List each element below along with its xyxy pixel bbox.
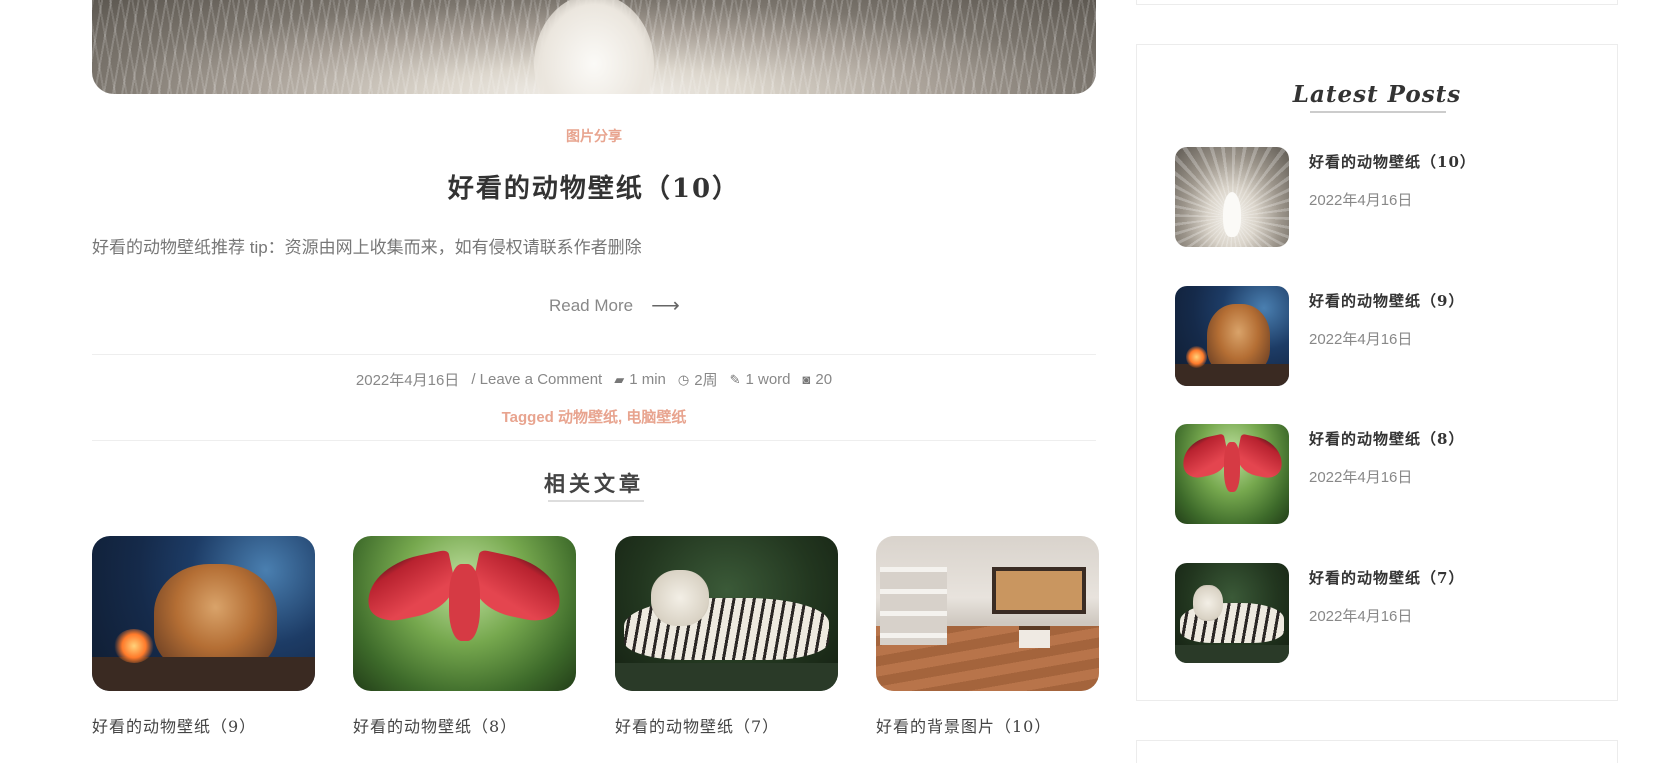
related-post-card[interactable]: 好看的动物壁纸（7） xyxy=(615,536,838,737)
widget-title-underline xyxy=(1310,111,1446,113)
latest-post-title[interactable]: 好看的动物壁纸（10） xyxy=(1309,151,1476,172)
leave-comment-link[interactable]: / Leave a Comment xyxy=(471,371,602,388)
divider xyxy=(92,354,1096,355)
read-time: ▰ 1 min xyxy=(614,371,666,388)
related-post-title[interactable]: 好看的动物壁纸（7） xyxy=(615,713,838,737)
camera-icon: ◙ xyxy=(802,372,811,387)
latest-post-title[interactable]: 好看的动物壁纸（9） xyxy=(1309,290,1464,311)
clock-icon: ◷ xyxy=(677,371,690,387)
sidebar-widget-next xyxy=(1136,740,1618,763)
widget-title: Latest Posts xyxy=(1292,81,1462,108)
post-age: ◷ 2周 xyxy=(678,369,718,390)
photo-count-value: 20 xyxy=(815,371,833,388)
related-post-title[interactable]: 好看的动物壁纸（9） xyxy=(92,713,315,737)
related-post-card[interactable]: 好看的动物壁纸（8） xyxy=(353,536,576,737)
heading-underline xyxy=(548,500,644,502)
latest-post-thumbnail[interactable] xyxy=(1175,147,1289,247)
related-post-thumbnail[interactable] xyxy=(876,536,1099,691)
latest-post-thumbnail[interactable] xyxy=(1175,286,1289,386)
latest-posts-widget: Latest Posts 好看的动物壁纸（10） 2022年4月16日 好看的动… xyxy=(1136,44,1618,701)
post-age-value: 2周 xyxy=(694,372,718,389)
divider xyxy=(92,440,1096,441)
related-post-thumbnail[interactable] xyxy=(615,536,838,691)
read-time-value: 1 min xyxy=(629,371,666,388)
edit-icon: ✎ xyxy=(729,371,741,387)
latest-post-thumbnail[interactable] xyxy=(1175,563,1289,663)
photo-count: ◙ 20 xyxy=(803,371,833,388)
latest-post-date: 2022年4月16日 xyxy=(1309,608,1413,625)
post-category[interactable]: 图片分享 xyxy=(92,126,1096,146)
latest-post-date: 2022年4月16日 xyxy=(1309,331,1413,348)
related-post-title[interactable]: 好看的动物壁纸（8） xyxy=(353,713,576,737)
post-excerpt: 好看的动物壁纸推荐 tip：资源由网上收集而来，如有侵权请联系作者删除 xyxy=(92,238,642,257)
latest-post-item[interactable]: 好看的动物壁纸（8） 2022年4月16日 xyxy=(1175,424,1595,524)
read-more-label: Read More xyxy=(549,295,634,315)
latest-post-date: 2022年4月16日 xyxy=(1309,469,1413,486)
book-icon: ▰ xyxy=(614,371,625,387)
latest-post-title[interactable]: 好看的动物壁纸（8） xyxy=(1309,428,1464,449)
latest-post-item[interactable]: 好看的动物壁纸（7） 2022年4月16日 xyxy=(1175,563,1595,663)
sidebar-widget-previous xyxy=(1136,0,1618,5)
word-count: ✎ 1 word xyxy=(730,371,791,388)
related-post-title[interactable]: 好看的背景图片（10） xyxy=(876,713,1099,737)
post-tags: Tagged 动物壁纸, 电脑壁纸 xyxy=(92,406,1096,427)
related-post-card[interactable]: 好看的动物壁纸（9） xyxy=(92,536,315,737)
related-post-card[interactable]: 好看的背景图片（10） xyxy=(876,536,1099,737)
related-post-thumbnail[interactable] xyxy=(353,536,576,691)
post-meta: 2022年4月16日 / Leave a Comment ▰ 1 min ◷ 2… xyxy=(92,369,1096,390)
related-post-thumbnail[interactable] xyxy=(92,536,315,691)
latest-post-date: 2022年4月16日 xyxy=(1309,192,1413,209)
tag-links[interactable]: 动物壁纸, 电脑壁纸 xyxy=(558,409,686,426)
related-posts-heading: 相关文章 xyxy=(544,471,644,496)
latest-post-title[interactable]: 好看的动物壁纸（7） xyxy=(1309,567,1464,588)
post-date[interactable]: 2022年4月16日 xyxy=(356,369,459,390)
post-title[interactable]: 好看的动物壁纸（10） xyxy=(92,168,1096,205)
latest-post-item[interactable]: 好看的动物壁纸（9） 2022年4月16日 xyxy=(1175,286,1595,386)
latest-post-item[interactable]: 好看的动物壁纸（10） 2022年4月16日 xyxy=(1175,147,1595,247)
arrow-right-icon: ⟶ xyxy=(651,295,680,317)
word-count-value: 1 word xyxy=(745,371,791,388)
latest-post-thumbnail[interactable] xyxy=(1175,424,1289,524)
read-more-link[interactable]: Read More ⟶ xyxy=(549,293,680,318)
featured-image-peacock[interactable] xyxy=(92,0,1096,94)
tags-label: Tagged xyxy=(501,409,554,426)
